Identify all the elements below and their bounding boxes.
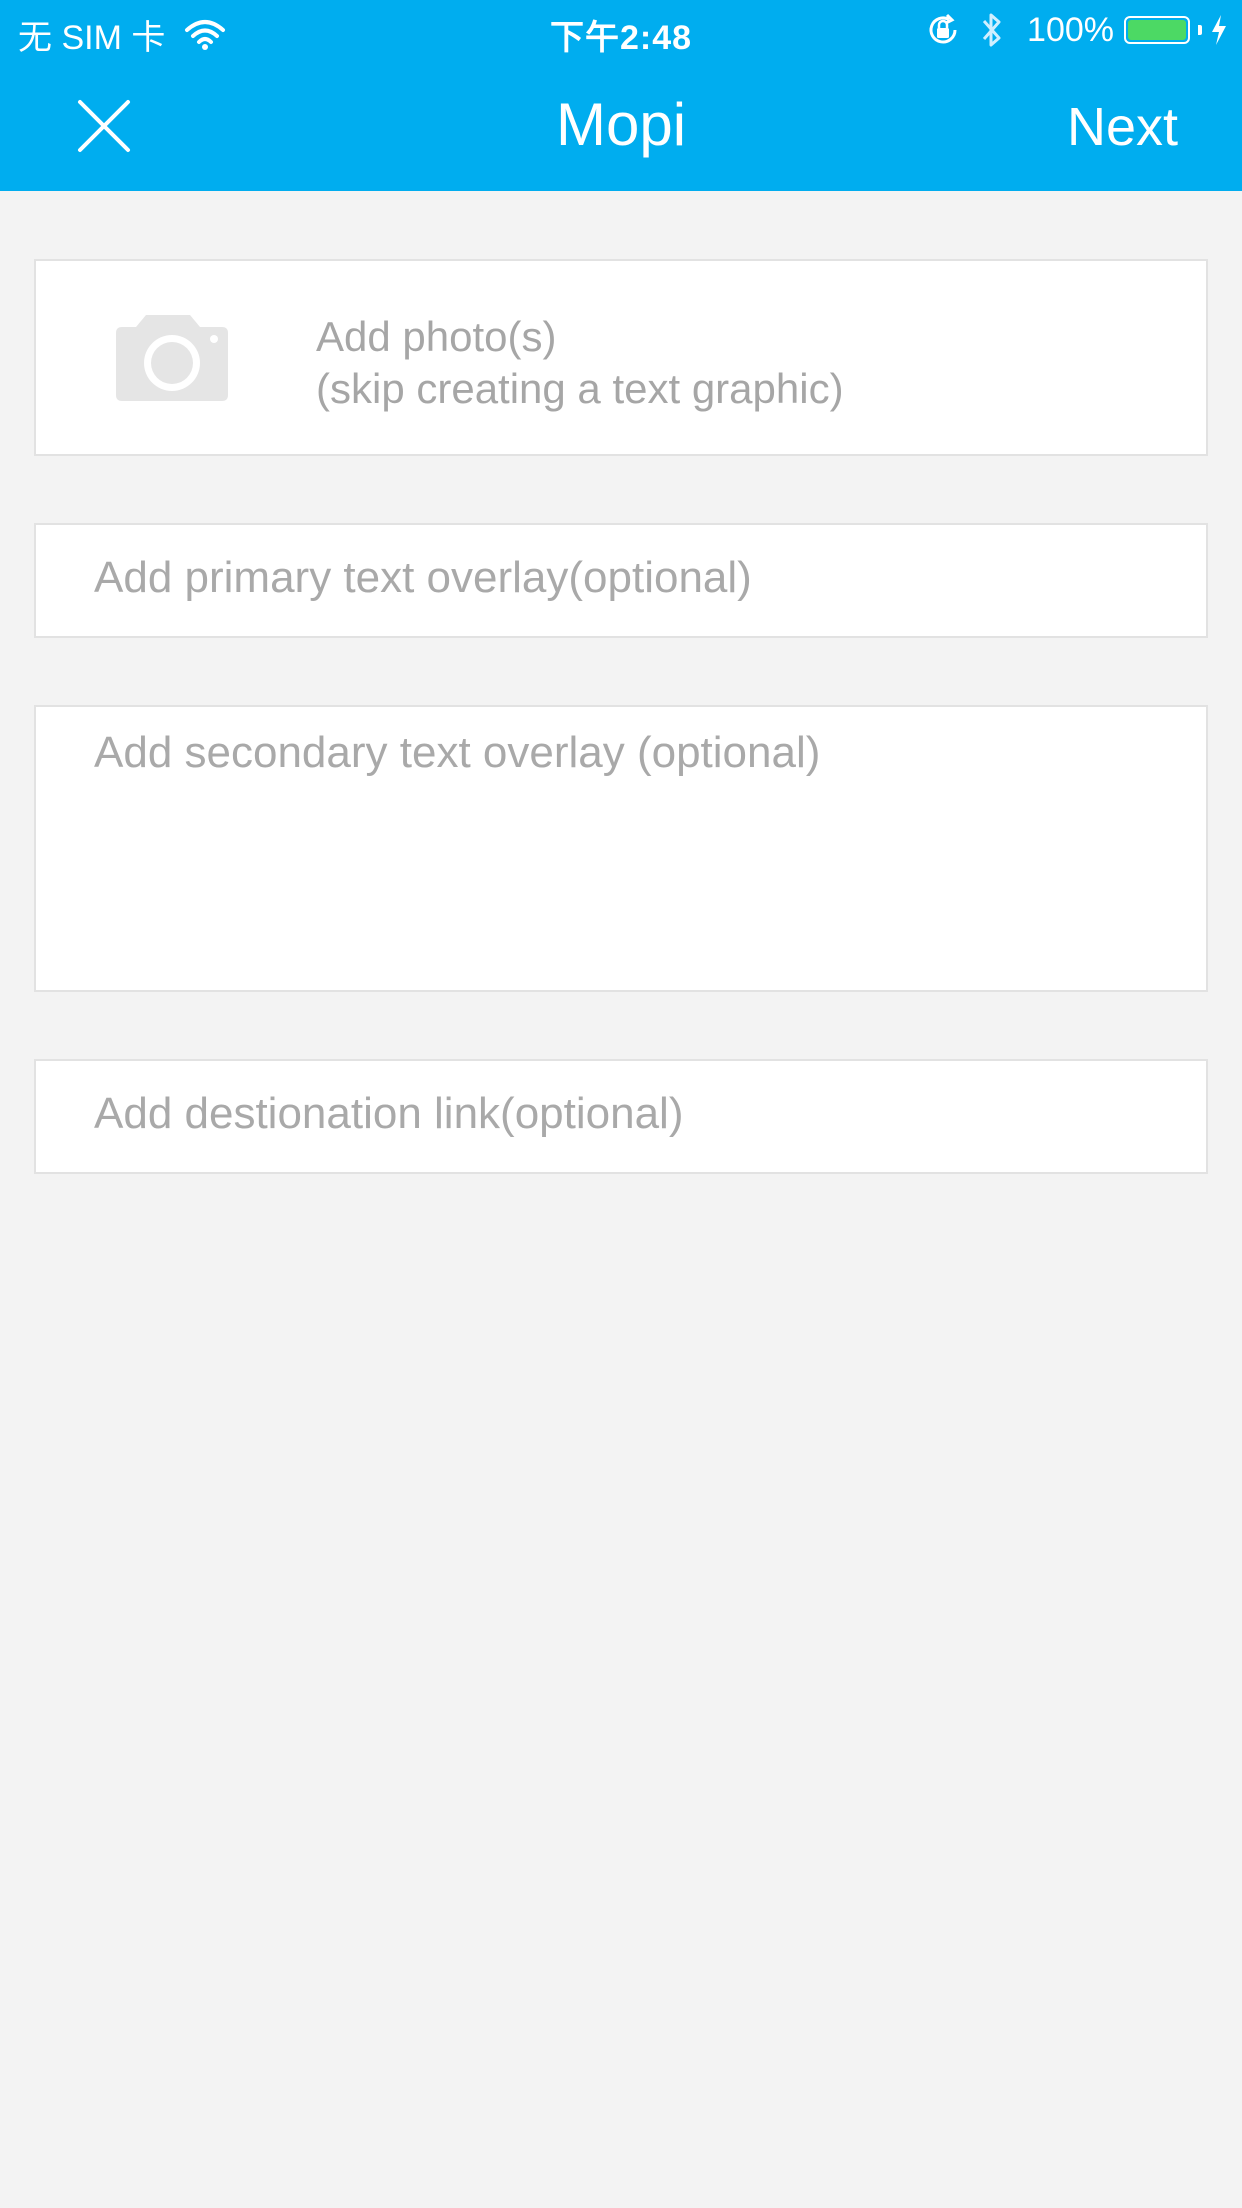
- secondary-text-overlay-input[interactable]: Add secondary text overlay (optional): [34, 705, 1208, 992]
- add-photo-label: Add photo(s): [316, 313, 557, 360]
- battery-icon: [1124, 16, 1190, 44]
- status-right: 100%: [925, 10, 1228, 50]
- charging-icon: [1210, 14, 1228, 46]
- add-photo-text: Add photo(s) (skip creating a text graph…: [316, 311, 844, 415]
- add-photo-hint: (skip creating a text graphic): [316, 365, 844, 412]
- primary-text-overlay-input[interactable]: Add primary text overlay(optional): [34, 523, 1208, 638]
- rotation-lock-icon: [925, 12, 961, 48]
- camera-icon: [116, 311, 228, 401]
- nav-bar: Mopi Next: [0, 60, 1242, 191]
- app-header: 无 SIM 卡 下午2:48 100% Mopi Next: [0, 0, 1242, 191]
- bluetooth-icon: [979, 10, 1005, 50]
- page-title: Mopi: [555, 91, 687, 158]
- battery-percent: 100%: [1027, 10, 1114, 49]
- status-bar: 无 SIM 卡 下午2:48 100%: [0, 0, 1242, 60]
- next-button[interactable]: Next: [1067, 96, 1178, 158]
- destination-link-input[interactable]: Add destionation link(optional): [34, 1059, 1208, 1174]
- add-photo-button[interactable]: Add photo(s) (skip creating a text graph…: [34, 259, 1208, 456]
- battery-tip: [1198, 25, 1202, 35]
- battery-fill: [1128, 20, 1186, 40]
